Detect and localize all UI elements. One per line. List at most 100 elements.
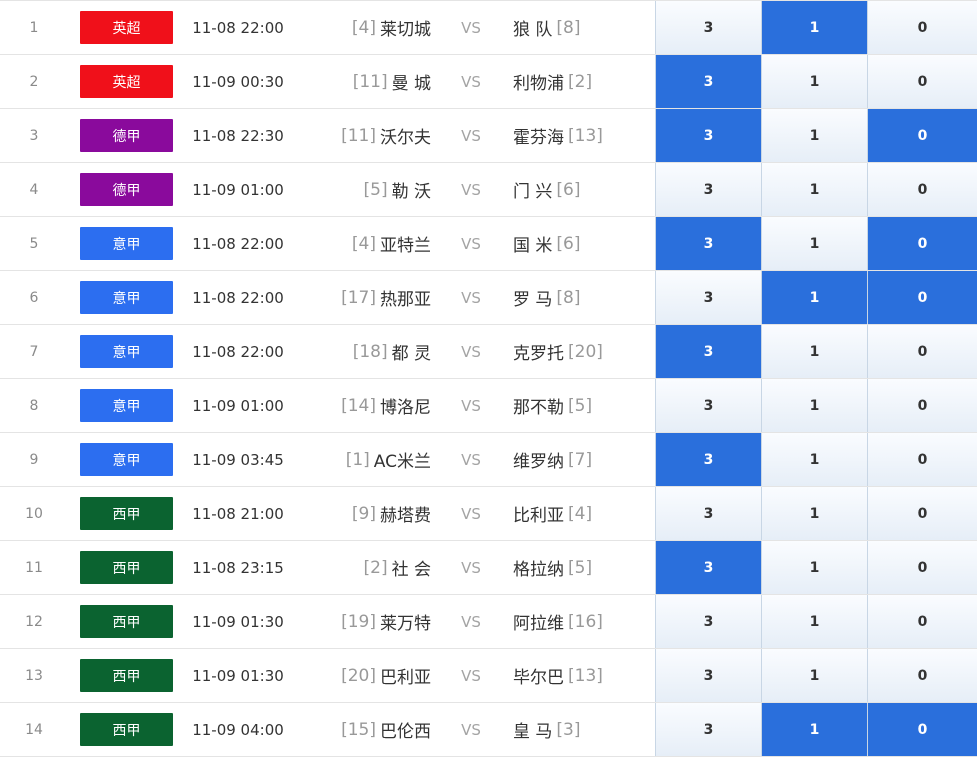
odds-draw-button[interactable]: 1 [761, 541, 867, 594]
odds-draw-button[interactable]: 1 [761, 1, 867, 54]
odds-win-button[interactable]: 3 [655, 487, 761, 540]
home-rank: [15] [341, 719, 376, 740]
home-rank: [11] [341, 125, 376, 146]
away-team: 皇 马 [3] [513, 703, 653, 756]
odds-win-button[interactable]: 3 [655, 217, 761, 270]
match-time: 11-09 00:30 [192, 72, 284, 91]
odds-draw-button[interactable]: 1 [761, 271, 867, 324]
away-rank: [3] [556, 719, 581, 740]
vs-label: VS [461, 126, 481, 145]
odds-win-button[interactable]: 3 [655, 271, 761, 324]
match-index: 8 [29, 397, 39, 414]
league-cell: 西甲 [80, 649, 173, 702]
away-team: 毕尔巴 [13] [513, 649, 653, 702]
odds-lose-button[interactable]: 0 [867, 271, 977, 324]
odds-draw-button[interactable]: 1 [761, 379, 867, 432]
odds-lose-button[interactable]: 0 [867, 109, 977, 162]
match-row: 12 西甲 11-09 01:30 [19] 莱万特 VS 阿拉维 [16] 3… [0, 595, 977, 649]
odds-draw-button[interactable]: 1 [761, 109, 867, 162]
match-table: 1 英超 11-08 22:00 [4] 莱切城 VS 狼 队 [8] 3 1 … [0, 0, 977, 757]
away-rank: [2] [568, 71, 593, 92]
match-time: 11-08 22:00 [192, 342, 284, 361]
odds-draw-button[interactable]: 1 [761, 649, 867, 702]
odds-draw-button[interactable]: 1 [761, 217, 867, 270]
odds-draw-button[interactable]: 1 [761, 487, 867, 540]
odds-lose-button[interactable]: 0 [867, 433, 977, 486]
away-team: 那不勒 [5] [513, 379, 653, 432]
away-rank: [5] [568, 395, 593, 416]
away-rank: [20] [568, 341, 603, 362]
home-team-name: 都 灵 [391, 344, 431, 364]
league-badge: 意甲 [80, 389, 173, 422]
league-cell: 意甲 [80, 325, 173, 378]
odds-lose-button[interactable]: 0 [867, 649, 977, 702]
odds-draw-button[interactable]: 1 [761, 325, 867, 378]
away-rank: [6] [556, 179, 581, 200]
home-rank: [1] [345, 449, 370, 470]
match-row: 4 德甲 11-09 01:00 [5] 勒 沃 VS 门 兴 [6] 3 1 … [0, 163, 977, 217]
home-team: [1] AC米兰 [300, 433, 431, 486]
away-team-name: 罗 马 [513, 290, 553, 310]
odds-lose-button[interactable]: 0 [867, 1, 977, 54]
league-badge: 意甲 [80, 335, 173, 368]
odds-win-button[interactable]: 3 [655, 1, 761, 54]
odds-lose-button[interactable]: 0 [867, 163, 977, 216]
odds-win-button[interactable]: 3 [655, 541, 761, 594]
match-index: 3 [29, 127, 39, 144]
odds-lose-button[interactable]: 0 [867, 217, 977, 270]
odds-lose-button[interactable]: 0 [867, 541, 977, 594]
away-team-name: 比利亚 [513, 506, 564, 526]
away-team: 霍芬海 [13] [513, 109, 653, 162]
match-index: 7 [29, 343, 39, 360]
odds-lose-button[interactable]: 0 [867, 595, 977, 648]
match-time: 11-09 01:00 [192, 396, 284, 415]
odds-win-button[interactable]: 3 [655, 163, 761, 216]
odds-lose-button[interactable]: 0 [867, 703, 977, 756]
vs-label: VS [461, 558, 481, 577]
match-time: 11-08 21:00 [192, 504, 284, 523]
away-team: 阿拉维 [16] [513, 595, 653, 648]
away-rank: [13] [568, 125, 603, 146]
odds-draw-button[interactable]: 1 [761, 55, 867, 108]
match-row: 3 德甲 11-08 22:30 [11] 沃尔夫 VS 霍芬海 [13] 3 … [0, 109, 977, 163]
vs-label: VS [461, 504, 481, 523]
odds-win-button[interactable]: 3 [655, 649, 761, 702]
away-team: 国 米 [6] [513, 217, 653, 270]
home-team-name: 社 会 [391, 560, 431, 580]
odds-win-button[interactable]: 3 [655, 109, 761, 162]
league-cell: 西甲 [80, 487, 173, 540]
away-team-name: 阿拉维 [513, 614, 564, 634]
home-rank: [18] [352, 341, 388, 362]
odds-draw-button[interactable]: 1 [761, 595, 867, 648]
odds-lose-button[interactable]: 0 [867, 55, 977, 108]
match-row: 1 英超 11-08 22:00 [4] 莱切城 VS 狼 队 [8] 3 1 … [0, 1, 977, 55]
home-team: [4] 亚特兰 [300, 217, 431, 270]
match-row: 11 西甲 11-08 23:15 [2] 社 会 VS 格拉纳 [5] 3 1… [0, 541, 977, 595]
odds-lose-button[interactable]: 0 [867, 325, 977, 378]
league-cell: 西甲 [80, 541, 173, 594]
away-team: 门 兴 [6] [513, 163, 653, 216]
match-time: 11-09 03:45 [192, 450, 284, 469]
odds-win-button[interactable]: 3 [655, 325, 761, 378]
home-team: [11] 沃尔夫 [300, 109, 431, 162]
odds-draw-button[interactable]: 1 [761, 433, 867, 486]
odds-win-button[interactable]: 3 [655, 595, 761, 648]
odds-win-button[interactable]: 3 [655, 433, 761, 486]
home-team: [2] 社 会 [300, 541, 432, 594]
match-time: 11-09 01:30 [192, 666, 284, 685]
home-rank: [2] [363, 557, 388, 578]
odds-win-button[interactable]: 3 [655, 55, 761, 108]
home-team-name: 莱切城 [380, 20, 431, 40]
odds-draw-button[interactable]: 1 [761, 163, 867, 216]
odds-lose-button[interactable]: 0 [867, 379, 977, 432]
odds-win-button[interactable]: 3 [655, 703, 761, 756]
odds-lose-button[interactable]: 0 [867, 487, 977, 540]
vs-label: VS [461, 450, 481, 469]
match-index: 5 [29, 235, 39, 252]
odds-draw-button[interactable]: 1 [761, 703, 867, 756]
away-team: 比利亚 [4] [513, 487, 653, 540]
home-team: [5] 勒 沃 [300, 163, 432, 216]
odds-win-button[interactable]: 3 [655, 379, 761, 432]
match-index: 11 [25, 559, 43, 576]
home-team-name: 博洛尼 [380, 398, 431, 418]
